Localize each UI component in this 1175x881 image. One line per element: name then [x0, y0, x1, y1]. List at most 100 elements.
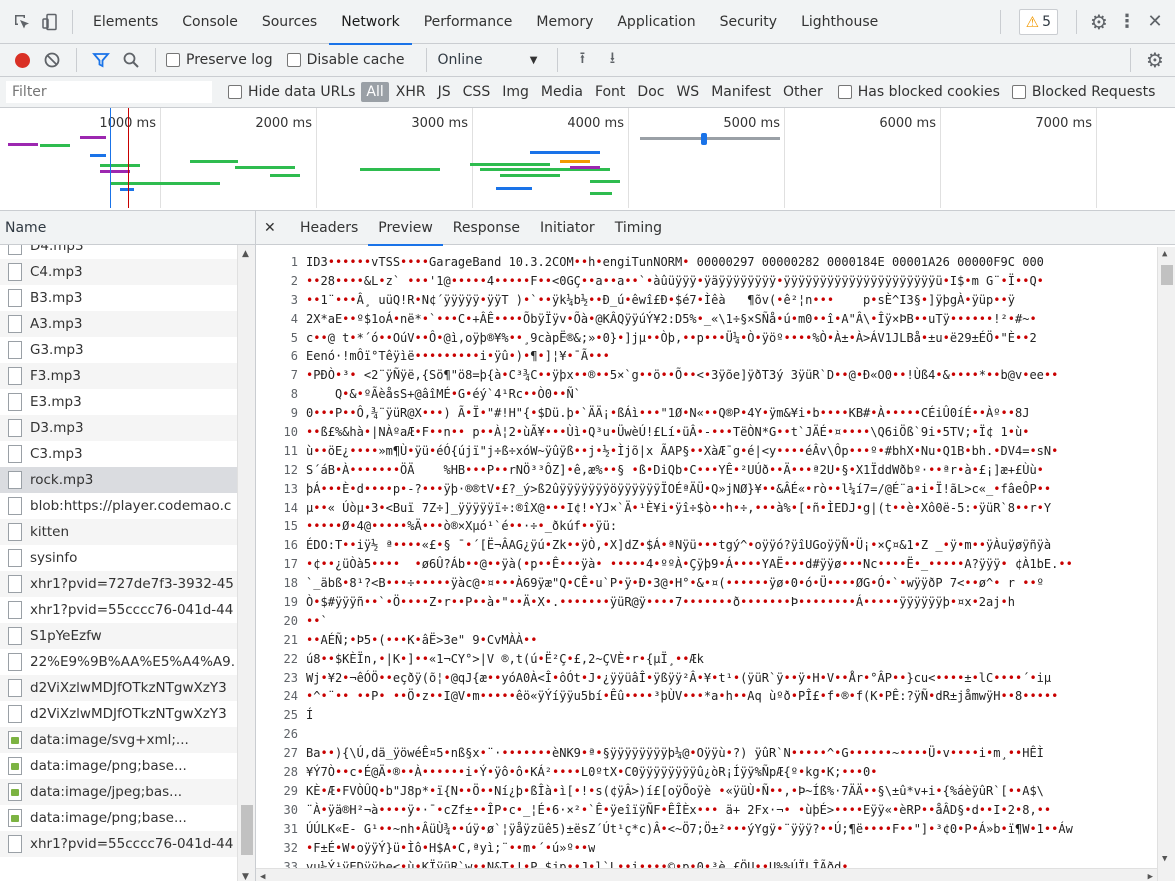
- request-row[interactable]: G3.mp3: [0, 337, 255, 363]
- request-row[interactable]: xhr1?pvid=55cccc76-041d-44: [0, 597, 255, 623]
- timeline-request-bar: [270, 174, 300, 177]
- preview-horizontal-scrollbar[interactable]: ◀ ▶: [256, 868, 1157, 881]
- filter-type-js[interactable]: JS: [433, 82, 456, 102]
- close-devtools-icon[interactable]: ✕: [1141, 8, 1169, 36]
- filter-type-all[interactable]: All: [361, 82, 389, 102]
- request-row[interactable]: C3.mp3: [0, 441, 255, 467]
- request-row[interactable]: A3.mp3: [0, 311, 255, 337]
- tab-console[interactable]: Console: [170, 0, 250, 44]
- request-row[interactable]: F3.mp3: [0, 363, 255, 389]
- detail-tab-initiator[interactable]: Initiator: [530, 211, 605, 245]
- record-icon[interactable]: [8, 46, 36, 74]
- filter-input[interactable]: [6, 81, 212, 103]
- request-row[interactable]: d2ViXzlwMDJfOTkzNTgwXzY3: [0, 701, 255, 727]
- hide-data-urls-checkbox[interactable]: Hide data URLs: [228, 84, 355, 100]
- tab-elements[interactable]: Elements: [81, 0, 170, 44]
- close-detail-icon[interactable]: ✕: [264, 220, 290, 236]
- request-row[interactable]: xhr1?pvid=55cccc76-041d-44: [0, 831, 255, 857]
- request-row[interactable]: d2ViXzlwMDJfOTkzNTgwXzY3: [0, 675, 255, 701]
- filter-icon[interactable]: [87, 46, 115, 74]
- scroll-left-arrow-icon[interactable]: ◀: [260, 872, 265, 881]
- line-text: ••ß£%&hà•|NÀºaÆ•F••n•• p••À¦2•ùÃ¥•••Ùì•Q…: [306, 425, 1030, 440]
- detail-tab-headers[interactable]: Headers: [290, 211, 368, 245]
- scroll-thumb[interactable]: [1161, 265, 1173, 285]
- filter-type-xhr[interactable]: XHR: [391, 82, 431, 102]
- line-number: 18: [283, 576, 298, 591]
- detail-tab-timing[interactable]: Timing: [605, 211, 672, 245]
- request-name: A3.mp3: [30, 316, 83, 332]
- search-icon[interactable]: [117, 46, 145, 74]
- disable-cache-checkbox[interactable]: Disable cache: [286, 52, 404, 68]
- settings-gear-icon[interactable]: ⚙: [1085, 8, 1113, 36]
- preview-content[interactable]: 1 ID3••••••vTSS••••GarageBand 10.3.2COM••…: [256, 247, 1175, 881]
- filter-type-doc[interactable]: Doc: [632, 82, 669, 102]
- request-list[interactable]: D4.mp3 C4.mp3 B3.mp3 A3.mp3 G3.mp3 F3.mp3 E3.m…: [0, 245, 255, 881]
- blocked-requests-checkbox[interactable]: Blocked Requests: [1011, 84, 1155, 100]
- filter-type-manifest[interactable]: Manifest: [706, 82, 776, 102]
- scroll-right-arrow-icon[interactable]: ▶: [1148, 872, 1153, 881]
- filter-type-other[interactable]: Other: [778, 82, 828, 102]
- export-har-icon[interactable]: ⭳: [598, 46, 626, 74]
- request-row[interactable]: D4.mp3: [0, 245, 255, 259]
- throttling-select[interactable]: Online ▼: [437, 52, 537, 68]
- import-har-icon[interactable]: ⭱: [568, 46, 596, 74]
- request-row[interactable]: data:image/svg+xml;...: [0, 727, 255, 753]
- preview-line: 17 •¢••¿üÒà5•••• •ø6Û?Áb••@••ÿà(•p••Ê•••ÿ…: [256, 555, 1175, 574]
- request-row[interactable]: data:image/jpeg;bas...: [0, 779, 255, 805]
- name-column-header[interactable]: Name: [0, 211, 255, 245]
- request-row[interactable]: C4.mp3: [0, 259, 255, 285]
- document-file-icon: [8, 445, 22, 463]
- has-blocked-cookies-checkbox[interactable]: Has blocked cookies: [837, 84, 1000, 100]
- preview-line: 27 Ba••){\Ú,dä_ÿöwéÊ¤5•nß§x•¨·•••••••èNK9…: [256, 744, 1175, 763]
- request-row[interactable]: sysinfo: [0, 545, 255, 571]
- line-text: ¥Ý7Ò••c•É@Ä•®••À••••••i•Ý•ÿô•ô•KÁ²••••L0…: [306, 765, 878, 780]
- tab-memory[interactable]: Memory: [524, 0, 605, 44]
- scroll-up-arrow-icon[interactable]: ▲: [242, 249, 249, 259]
- more-options-icon[interactable]: ⋮: [1113, 8, 1141, 36]
- request-row[interactable]: D3.mp3: [0, 415, 255, 441]
- warnings-badge[interactable]: ⚠ 5: [1018, 8, 1058, 35]
- request-name: sysinfo: [30, 550, 78, 566]
- detail-tab-preview[interactable]: Preview: [368, 211, 443, 246]
- tab-network[interactable]: Network: [329, 0, 413, 45]
- preview-vertical-scrollbar[interactable]: ▲ ▼: [1157, 247, 1175, 881]
- request-row[interactable]: B3.mp3: [0, 285, 255, 311]
- device-toolbar-icon[interactable]: [36, 8, 64, 36]
- tab-performance[interactable]: Performance: [412, 0, 525, 44]
- request-row[interactable]: kitten: [0, 519, 255, 545]
- line-number: 16: [283, 538, 298, 553]
- detail-tab-response[interactable]: Response: [443, 211, 530, 245]
- inspect-element-icon[interactable]: [8, 8, 36, 36]
- line-text: •F±É•W•oÿÿÝ}ü•Ìô•H$A•C,ªyì;¨••m•´•ú»º••w: [306, 840, 596, 855]
- request-row[interactable]: data:image/png;base...: [0, 805, 255, 831]
- filter-type-img[interactable]: Img: [497, 82, 534, 102]
- timeline-range-handle[interactable]: [701, 133, 707, 145]
- request-name: xhr1?pvid=727de7f3-3932-45: [30, 576, 234, 592]
- request-row[interactable]: S1pYeEzfw: [0, 623, 255, 649]
- filter-type-css[interactable]: CSS: [458, 82, 496, 102]
- clear-icon[interactable]: [38, 46, 66, 74]
- request-row[interactable]: blob:https://player.codemao.c: [0, 493, 255, 519]
- request-row[interactable]: data:image/png;base...: [0, 753, 255, 779]
- request-row[interactable]: E3.mp3: [0, 389, 255, 415]
- filter-type-ws[interactable]: WS: [671, 82, 704, 102]
- tab-security[interactable]: Security: [708, 0, 790, 44]
- scroll-down-arrow-icon[interactable]: ▼: [1162, 854, 1167, 864]
- tab-application[interactable]: Application: [605, 0, 707, 44]
- request-row[interactable]: 22%E9%9B%AA%E5%A4%A9.: [0, 649, 255, 675]
- request-list-scrollbar[interactable]: ▲ ▼: [237, 245, 255, 881]
- tab-sources[interactable]: Sources: [250, 0, 329, 44]
- tab-lighthouse[interactable]: Lighthouse: [789, 0, 890, 44]
- network-overview-timeline[interactable]: 1000 ms 2000 ms 3000 ms 4000 ms 5000 ms 6000 …: [0, 108, 1175, 211]
- network-settings-gear-icon[interactable]: ⚙: [1141, 46, 1169, 74]
- scroll-thumb[interactable]: [241, 805, 253, 855]
- preserve-log-checkbox[interactable]: Preserve log: [166, 52, 273, 68]
- request-row[interactable]: rock.mp3: [0, 467, 255, 493]
- filter-type-font[interactable]: Font: [590, 82, 630, 102]
- line-number: 27: [283, 746, 298, 761]
- request-row[interactable]: xhr1?pvid=727de7f3-3932-45: [0, 571, 255, 597]
- scroll-down-arrow-icon[interactable]: ▼: [242, 872, 249, 881]
- filter-type-media[interactable]: Media: [536, 82, 588, 102]
- throttling-value: Online: [437, 52, 483, 68]
- scroll-up-arrow-icon[interactable]: ▲: [1162, 249, 1167, 259]
